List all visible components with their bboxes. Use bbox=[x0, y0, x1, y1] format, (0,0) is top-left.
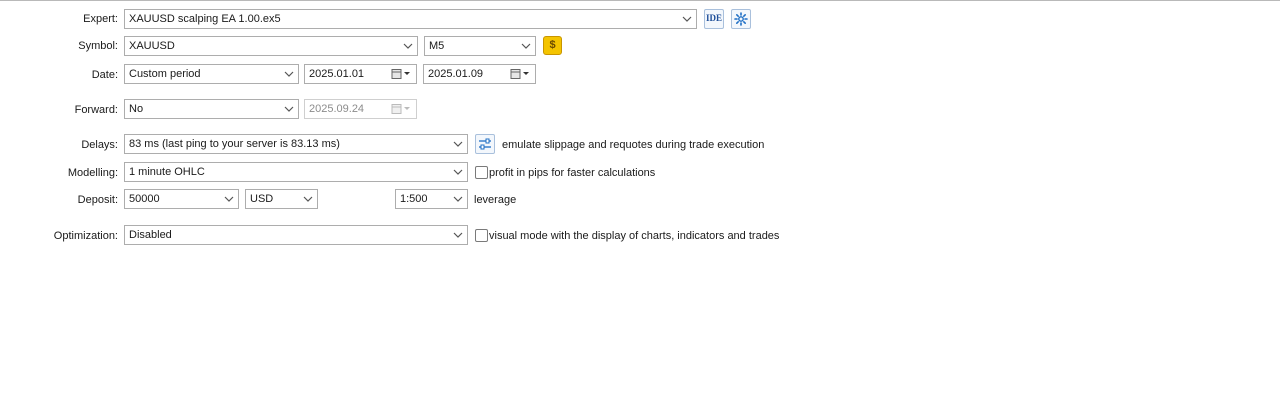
deposit-currency-select[interactable]: USD bbox=[245, 189, 318, 209]
dollar-icon: $ bbox=[549, 39, 556, 51]
chevron-down-icon bbox=[453, 135, 463, 153]
expert-select[interactable]: XAUUSD scalping EA 1.00.ex5 bbox=[124, 9, 697, 29]
chevron-down-icon bbox=[453, 226, 463, 244]
ide-label: IDE bbox=[705, 13, 722, 23]
modelling-label: Modelling: bbox=[67, 167, 118, 179]
optimization-select[interactable]: Disabled bbox=[124, 225, 468, 245]
date-period-value: Custom period bbox=[129, 68, 201, 80]
chevron-down-icon bbox=[303, 190, 313, 208]
profit-in-pips-text: profit in pips for faster calculations bbox=[489, 167, 656, 179]
profit-in-pips-checkbox[interactable] bbox=[475, 166, 488, 179]
sliders-icon bbox=[478, 137, 492, 154]
visual-mode-checkbox[interactable] bbox=[475, 229, 488, 242]
chevron-down-icon bbox=[284, 100, 294, 118]
visual-mode-text: visual mode with the display of charts, … bbox=[489, 230, 780, 242]
expert-label: Expert: bbox=[83, 13, 118, 25]
forward-value: No bbox=[129, 103, 144, 115]
gear-icon bbox=[734, 12, 748, 29]
leverage-select[interactable]: 1:500 bbox=[395, 189, 468, 209]
optimization-value: Disabled bbox=[129, 229, 172, 241]
chevron-down-icon bbox=[224, 190, 234, 208]
timeframe-select[interactable]: M5 bbox=[424, 36, 536, 56]
calendar-icon bbox=[391, 100, 413, 118]
forward-select[interactable]: No bbox=[124, 99, 299, 119]
settings-button[interactable] bbox=[731, 9, 751, 29]
forward-date-picker: 2025.09.24 bbox=[304, 99, 417, 119]
deposit-amount-select[interactable]: 50000 bbox=[124, 189, 239, 209]
timeframe-value: M5 bbox=[429, 40, 445, 52]
symbol-select[interactable]: XAUUSD bbox=[124, 36, 418, 56]
slippage-option-text: emulate slippage and requotes during tra… bbox=[502, 139, 765, 151]
deposit-amount-value: 50000 bbox=[129, 193, 160, 205]
symbol-properties-button[interactable]: $ bbox=[543, 36, 562, 55]
delays-label: Delays: bbox=[81, 139, 118, 151]
calendar-icon[interactable] bbox=[391, 65, 413, 83]
date-from-picker[interactable]: 2025.01.01 bbox=[304, 64, 417, 84]
chevron-down-icon bbox=[403, 37, 413, 55]
date-from-value: 2025.01.01 bbox=[309, 68, 365, 80]
delays-select[interactable]: 83 ms (last ping to your server is 83.13… bbox=[124, 134, 468, 154]
expert-value: XAUUSD scalping EA 1.00.ex5 bbox=[129, 13, 281, 25]
symbol-label: Symbol: bbox=[78, 40, 118, 52]
ide-button[interactable]: IDE bbox=[704, 9, 724, 29]
modelling-select[interactable]: 1 minute OHLC bbox=[124, 162, 468, 182]
deposit-currency-value: USD bbox=[250, 193, 274, 205]
chevron-down-icon bbox=[284, 65, 294, 83]
chevron-down-icon bbox=[453, 190, 463, 208]
slippage-settings-button[interactable] bbox=[475, 134, 495, 154]
top-border bbox=[0, 0, 1280, 1]
symbol-value: XAUUSD bbox=[129, 40, 175, 52]
forward-date-value: 2025.09.24 bbox=[309, 103, 365, 115]
date-to-value: 2025.01.09 bbox=[428, 68, 484, 80]
chevron-down-icon bbox=[682, 10, 692, 28]
delays-value: 83 ms (last ping to your server is 83.13… bbox=[129, 138, 340, 150]
deposit-label: Deposit: bbox=[77, 194, 118, 206]
optimization-label: Optimization: bbox=[53, 230, 118, 242]
leverage-value: 1:500 bbox=[400, 193, 428, 205]
calendar-icon[interactable] bbox=[510, 65, 532, 83]
chevron-down-icon bbox=[521, 37, 531, 55]
leverage-text: leverage bbox=[474, 194, 517, 206]
date-period-select[interactable]: Custom period bbox=[124, 64, 299, 84]
date-label: Date: bbox=[91, 69, 118, 81]
forward-label: Forward: bbox=[74, 104, 118, 116]
chevron-down-icon bbox=[453, 163, 463, 181]
date-to-picker[interactable]: 2025.01.09 bbox=[423, 64, 536, 84]
modelling-value: 1 minute OHLC bbox=[129, 166, 205, 178]
